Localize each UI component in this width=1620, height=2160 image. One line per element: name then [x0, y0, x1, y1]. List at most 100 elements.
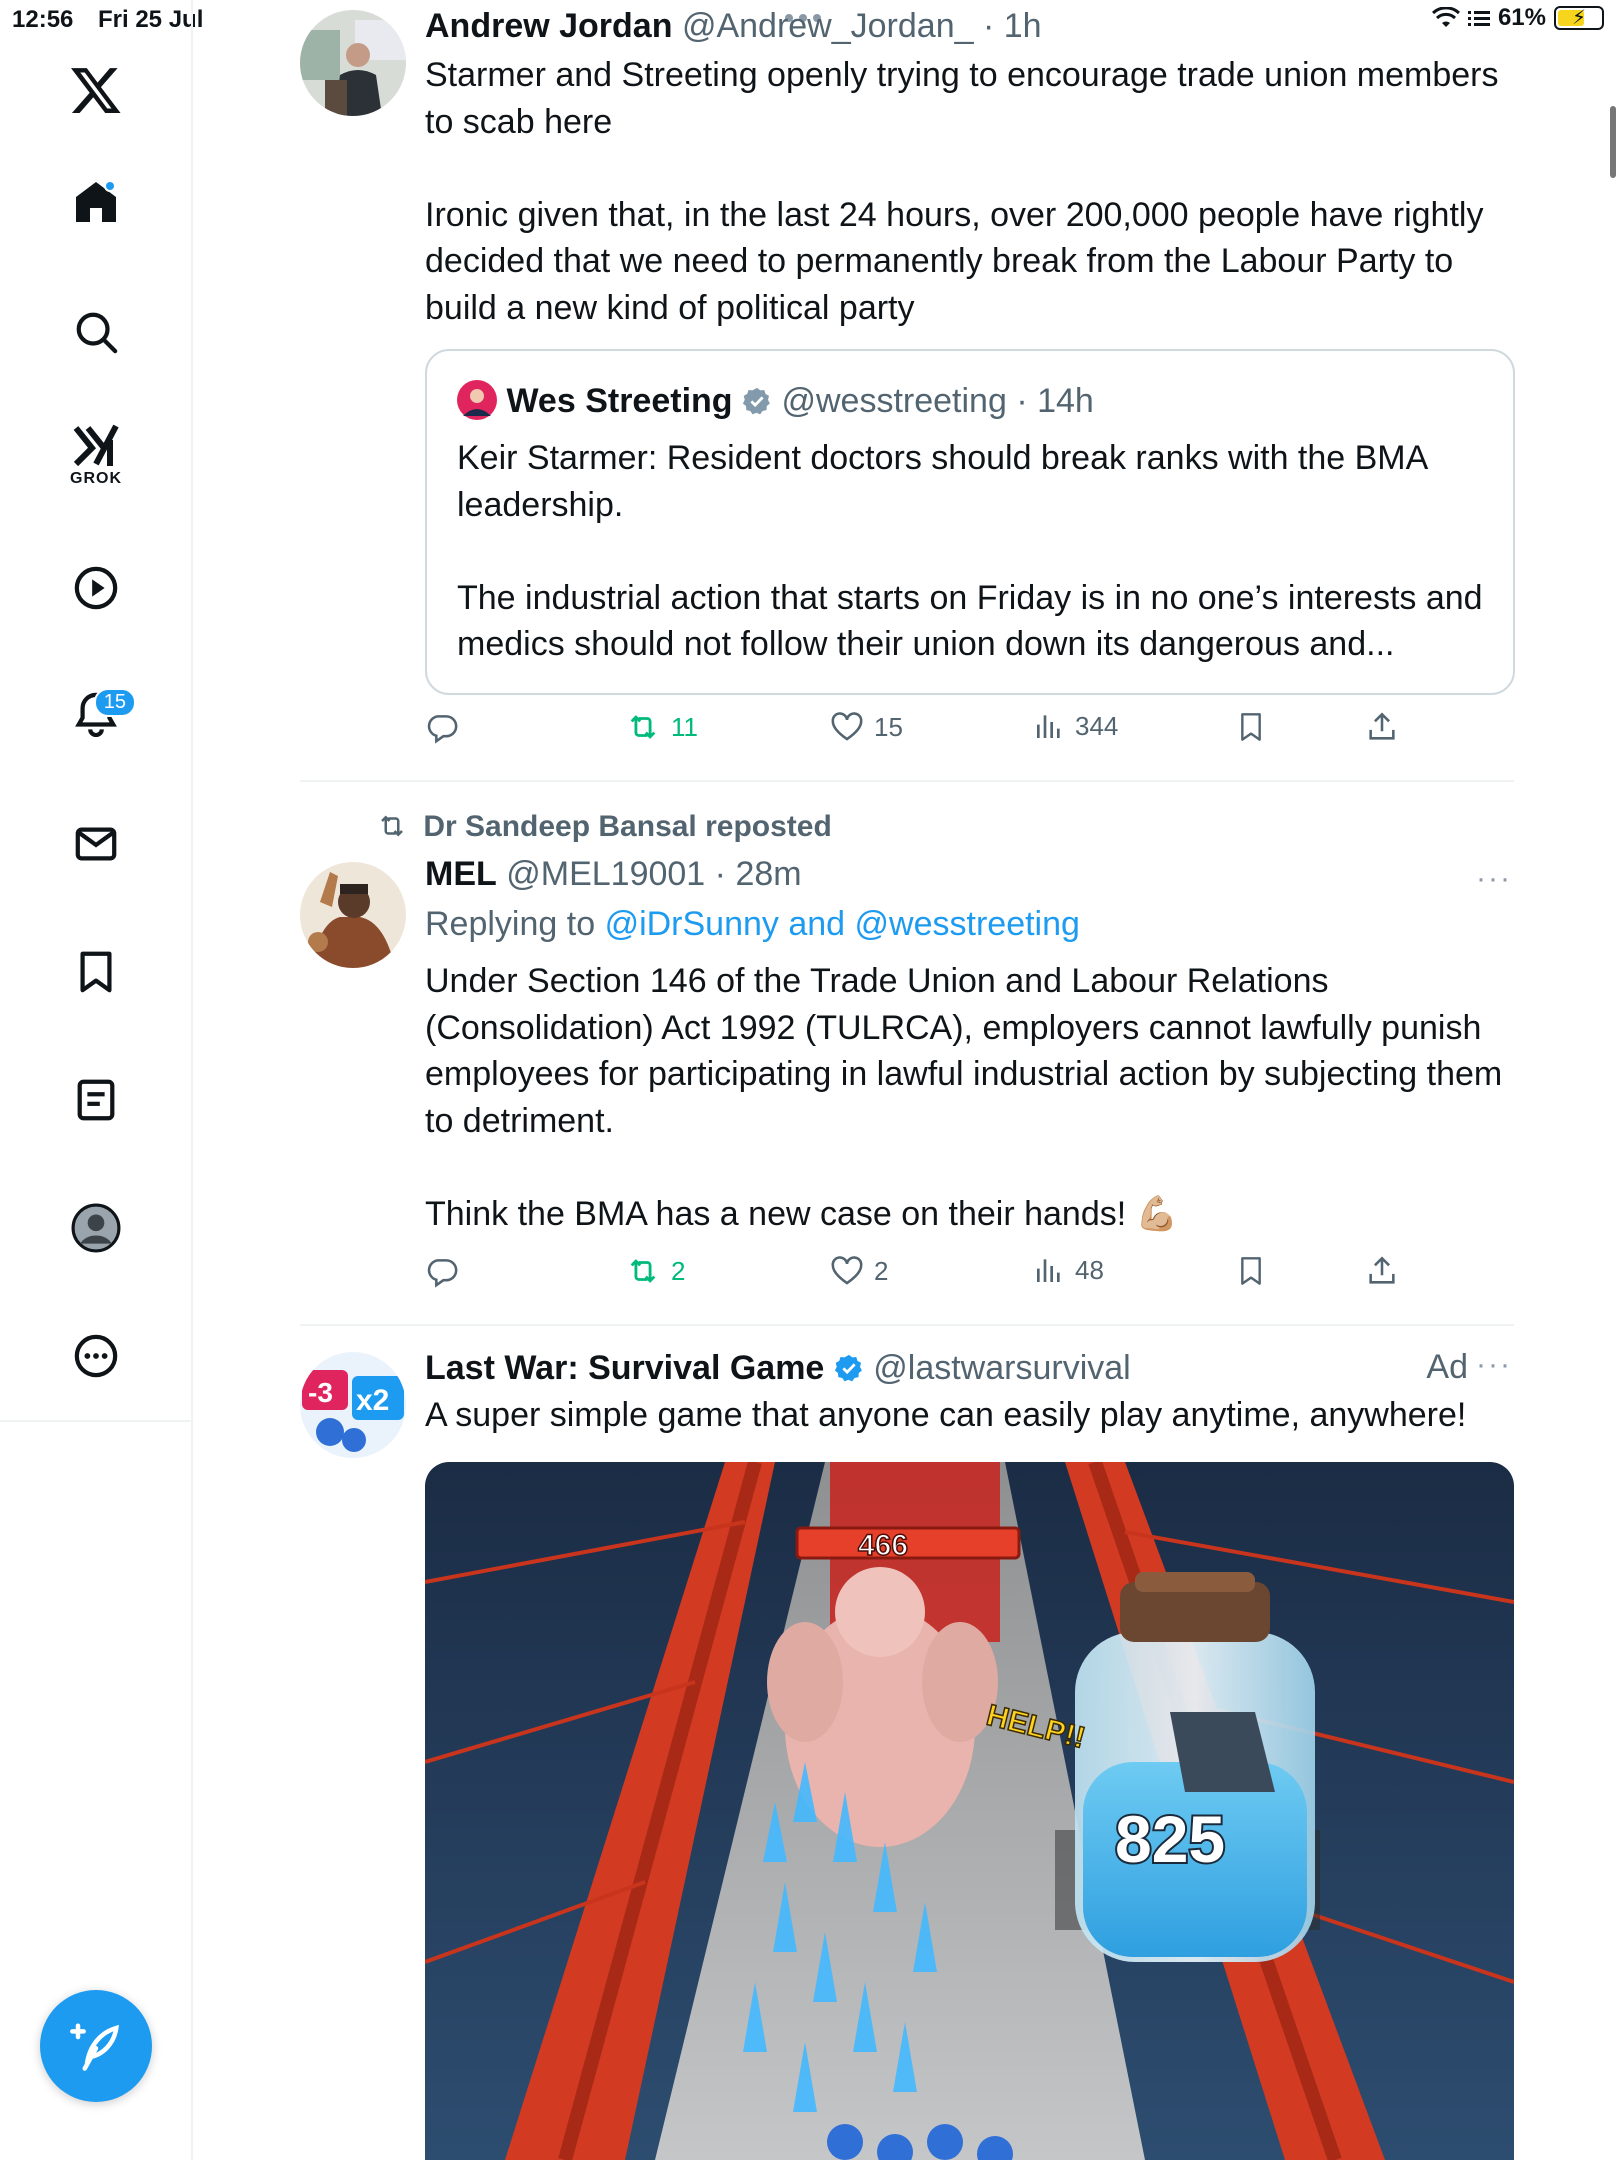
- quote-text: Keir Starmer: Resident doctors should br…: [457, 439, 1483, 663]
- video-icon[interactable]: [64, 556, 128, 620]
- like-count: 15: [874, 711, 903, 742]
- author-handle[interactable]: @Andrew_Jordan_: [682, 7, 974, 45]
- share-icon: [1369, 712, 1395, 740]
- tweet-header: Last War: Survival Game @lastwarsurvival: [425, 1346, 1514, 1390]
- tweet-text: Starmer and Streeting openly trying to e…: [425, 56, 1499, 327]
- repost-icon: [630, 715, 656, 739]
- svg-text:x2: x2: [356, 1384, 389, 1417]
- quote-author-name: Wes Streeting: [506, 382, 733, 420]
- reposted-by[interactable]: Dr Sandeep Bansal reposted: [375, 810, 832, 844]
- analytics-icon: [1037, 715, 1060, 738]
- reply-icon: [427, 1259, 458, 1288]
- messages-icon[interactable]: [64, 812, 128, 876]
- tweet-actions: 11 15 344: [425, 710, 1425, 754]
- grok-icon[interactable]: GROK: [64, 420, 128, 500]
- notification-count-badge: 15: [93, 688, 136, 717]
- like-count: 2: [874, 1255, 889, 1286]
- replying-to-link[interactable]: @iDrSunny and @wesstreeting: [605, 905, 1080, 943]
- share-button[interactable]: [1365, 710, 1399, 744]
- x-logo-icon[interactable]: [64, 58, 128, 122]
- sidebar-divider: [0, 1420, 193, 1422]
- bookmark-icon: [1241, 1257, 1261, 1285]
- tweet-text-body: Under Section 146 of the Trade Union and…: [425, 962, 1503, 1233]
- repost-button[interactable]: 2: [625, 1254, 685, 1288]
- views-button[interactable]: 344: [1033, 710, 1118, 742]
- tweet-body: MEL @MEL19001 · 28m Replying to @iDrSunn…: [425, 852, 1514, 1237]
- notifications-icon[interactable]: 15: [64, 682, 136, 746]
- bookmark-button[interactable]: [1235, 710, 1267, 744]
- scrollbar[interactable]: [1610, 106, 1616, 178]
- tweet-divider: [300, 1324, 1514, 1326]
- tweet-header: MEL @MEL19001 · 28m: [425, 852, 1514, 896]
- tweet-body: Andrew Jordan @Andrew_Jordan_ · 1h Starm…: [425, 4, 1514, 331]
- repost-count: 2: [671, 1255, 686, 1286]
- views-button[interactable]: 48: [1033, 1254, 1104, 1286]
- search-icon[interactable]: [64, 300, 128, 364]
- repost-count: 11: [671, 711, 698, 742]
- like-button[interactable]: 15: [830, 710, 903, 744]
- avatar[interactable]: [300, 10, 406, 116]
- home-unread-dot: [104, 180, 116, 192]
- share-icon: [1369, 1256, 1395, 1284]
- analytics-icon: [1037, 1259, 1060, 1282]
- compose-post-button[interactable]: [40, 1990, 152, 2102]
- tweet-text: A super simple game that anyone can easi…: [425, 1396, 1467, 1434]
- author-name[interactable]: MEL: [425, 855, 497, 893]
- battery-icon: ⚡: [1554, 6, 1604, 30]
- verified-gray-badge-icon: [742, 387, 770, 415]
- share-button[interactable]: [1365, 1254, 1399, 1288]
- repost-small-icon: [381, 815, 403, 837]
- ad-video[interactable]: 466 HELP!! 825: [425, 1462, 1514, 2160]
- tweet-header: Andrew Jordan @Andrew_Jordan_ · 1h: [425, 4, 1514, 48]
- repost-icon: [630, 1259, 656, 1283]
- reposted-by-text: Dr Sandeep Bansal reposted: [423, 810, 832, 843]
- reply-icon: [427, 715, 458, 744]
- tweet-time[interactable]: · 1h: [983, 7, 1042, 45]
- replying-to-prefix: Replying to: [425, 905, 596, 943]
- heart-icon: [831, 712, 863, 741]
- tweet-actions: 2 2 48: [425, 1254, 1425, 1298]
- reply-button[interactable]: [425, 710, 459, 744]
- quote-header: Wes Streeting @wesstreeting · 14h: [457, 379, 1094, 423]
- bookmark-button[interactable]: [1235, 1254, 1267, 1288]
- sidebar: GROK 15: [0, 0, 193, 2160]
- tweet-time[interactable]: · 28m: [715, 855, 802, 893]
- bookmark-icon: [1241, 713, 1261, 741]
- tweet-divider: [300, 780, 1514, 782]
- home-icon[interactable]: [64, 170, 128, 234]
- ad-bar-value: 466: [858, 1529, 908, 1562]
- ad-bottle-value: 825: [1115, 1802, 1225, 1876]
- profile-icon[interactable]: [64, 1196, 128, 1260]
- tweet-body: Last War: Survival Game @lastwarsurvival…: [425, 1346, 1514, 1439]
- author-name[interactable]: Andrew Jordan: [425, 7, 672, 45]
- avatar[interactable]: -3 x2: [300, 1352, 406, 1458]
- ad-video-frame: 466 HELP!! 825: [425, 1462, 1514, 2160]
- more-options-icon[interactable]: ···: [1476, 1348, 1512, 1382]
- quote-time: · 14h: [1016, 382, 1094, 420]
- quote-avatar: [457, 380, 497, 420]
- quote-author-handle: @wesstreeting: [781, 382, 1007, 420]
- svg-text:-3: -3: [308, 1377, 333, 1408]
- author-handle[interactable]: @MEL19001: [506, 855, 705, 893]
- flexed-biceps-emoji: 💪🏼: [1135, 1194, 1178, 1233]
- avatar[interactable]: [300, 862, 406, 968]
- replying-to: Replying to @iDrSunny and @wesstreeting: [425, 902, 1514, 946]
- heart-icon: [831, 1256, 863, 1285]
- quoted-tweet[interactable]: Wes Streeting @wesstreeting · 14h Keir S…: [425, 349, 1515, 695]
- repost-button[interactable]: 11: [625, 710, 698, 744]
- view-count: 48: [1075, 1254, 1104, 1285]
- verified-badge-icon: [834, 1354, 862, 1382]
- view-count: 344: [1075, 710, 1119, 741]
- author-name[interactable]: Last War: Survival Game: [425, 1349, 824, 1387]
- author-handle[interactable]: @lastwarsurvival: [873, 1349, 1130, 1387]
- more-icon[interactable]: [64, 1324, 128, 1388]
- more-options-icon[interactable]: ···: [1476, 862, 1512, 896]
- ad-label: Ad: [1426, 1348, 1468, 1386]
- lists-icon[interactable]: [64, 1068, 128, 1132]
- bookmarks-icon[interactable]: [64, 940, 128, 1004]
- like-button[interactable]: 2: [830, 1254, 888, 1288]
- compose-feather-icon: [70, 2023, 119, 2071]
- tweet-text: Under Section 146 of the Trade Union and…: [425, 958, 1514, 1237]
- grok-label: GROK: [70, 470, 122, 487]
- reply-button[interactable]: [425, 1254, 459, 1288]
